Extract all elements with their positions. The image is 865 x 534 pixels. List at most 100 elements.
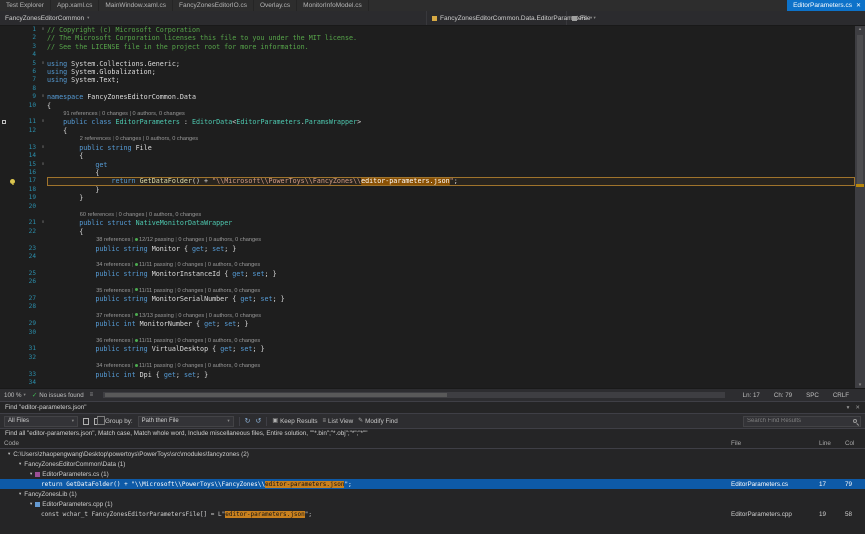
code-line[interactable]: 6using System.Globalization; [0,68,855,76]
code-line[interactable]: 7using System.Text; [0,76,855,84]
breakpoint-margin[interactable] [0,85,20,93]
document-tab-overlay-cs[interactable]: Overlay.cs [254,0,297,11]
fold-chevron[interactable]: ∨ [39,161,47,169]
breakpoint-margin[interactable] [0,43,20,51]
triangle-expanded-icon[interactable]: ▾ [30,501,32,507]
line-indicator[interactable]: Ln: 17 [743,392,760,399]
code-line[interactable]: 33 public int Dpi { get; set; } [0,371,855,379]
find-result-row[interactable]: const wchar_t FancyZonesEditorParameters… [0,509,865,519]
column-line[interactable]: Line [819,440,845,447]
breakpoint-margin[interactable] [0,219,20,227]
triangle-expanded-icon[interactable]: ▾ [19,461,21,467]
codelens-row[interactable]: 2 references | 0 changes | 0 authors, 0 … [0,135,855,143]
breakpoint-margin[interactable] [0,270,20,278]
breakpoint-margin[interactable] [0,345,20,353]
find-group-row[interactable]: ▾FancyZonesLib (1) [0,489,865,499]
code-line[interactable]: 10{ [0,102,855,110]
document-health-indicator[interactable]: ✓ No issues found [32,391,84,399]
margin-indicator-icon[interactable] [2,120,6,124]
outline-icon[interactable]: ≡ [90,392,94,398]
code-line[interactable]: 25 public string MonitorInstanceId { get… [0,270,855,278]
refresh-icon[interactable]: ↻ [245,418,251,425]
line-ending-indicator[interactable]: CRLF [833,392,849,399]
code-line[interactable]: 12 { [0,127,855,135]
breakpoint-margin[interactable] [0,329,20,337]
breakpoint-margin[interactable] [0,354,20,362]
codelens-row[interactable]: 34 references | 11/11 passing | 0 change… [0,362,855,370]
breakpoint-margin[interactable] [0,203,20,211]
breakpoint-margin[interactable] [0,118,20,126]
codelens-row[interactable]: 60 references | 0 changes | 0 authors, 0… [0,211,855,219]
breakpoint-margin[interactable] [0,152,20,160]
breakpoint-margin[interactable] [0,68,20,76]
find-panel-titlebar[interactable]: Find "editor-parameters.json" ▾ ✕ [0,402,865,413]
code-line[interactable]: 14 { [0,152,855,160]
fold-chevron[interactable]: ∨ [39,26,47,34]
codelens-row[interactable]: 38 references | 12/12 passing | 0 change… [0,236,855,244]
breakpoint-margin[interactable] [0,228,20,236]
code-line[interactable]: 26 [0,278,855,286]
breakpoint-margin[interactable] [0,177,20,185]
breakpoint-margin[interactable] [0,127,20,135]
codelens-row[interactable]: 35 references | 11/11 passing | 0 change… [0,287,855,295]
breakpoint-margin[interactable] [0,144,20,152]
fold-chevron[interactable]: ∨ [39,219,47,227]
copy-results-icon[interactable] [94,418,100,425]
breakpoint-margin[interactable] [0,161,20,169]
code-line[interactable]: 30 [0,329,855,337]
breakpoint-margin[interactable] [0,169,20,177]
codelens-row[interactable]: 36 references | 11/11 passing | 0 change… [0,337,855,345]
breakpoint-margin[interactable] [0,245,20,253]
scroll-up-icon[interactable]: ▴ [855,26,865,32]
spaces-indicator[interactable]: SPC [806,392,819,399]
code-line[interactable]: 4 [0,51,855,59]
lightbulb-icon[interactable] [10,179,15,184]
code-line[interactable]: 3// See the LICENSE file in the project … [0,43,855,51]
code-line[interactable]: 19 } [0,194,855,202]
breakpoint-margin[interactable] [0,60,20,68]
close-icon[interactable]: ✕ [856,2,861,9]
breakpoint-margin[interactable] [0,194,20,202]
document-tab-monitorinfomodel-cs[interactable]: MonitorInfoModel.cs [297,0,369,11]
code-line[interactable]: 34 [0,379,855,387]
find-group-row[interactable]: ▾EditorParameters.cs (1) [0,469,865,479]
fold-chevron[interactable]: ∨ [39,60,47,68]
find-result-row[interactable]: return GetDataFolder() + "\\Microsoft\\P… [0,479,865,489]
code-line[interactable]: 23 public string Monitor { get; set; } [0,245,855,253]
code-line[interactable]: 1∨// Copyright (c) Microsoft Corporation [0,26,855,34]
codelens-row[interactable]: 37 references | 13/13 passing | 0 change… [0,312,855,320]
document-tab-fancyzoneseditorio-cs[interactable]: FancyZonesEditorIO.cs [173,0,254,11]
find-group-row[interactable]: ▾EditorParameters.cpp (1) [0,499,865,509]
code-line[interactable]: 24 [0,253,855,261]
document-tab-mainwindow-xaml-cs[interactable]: MainWindow.xaml.cs [99,0,173,11]
breakpoint-margin[interactable] [0,371,20,379]
breakpoint-margin[interactable] [0,51,20,59]
breakpoint-margin[interactable] [0,320,20,328]
code-line[interactable]: 17 return GetDataFolder() + "\\Microsoft… [0,177,855,185]
code-line[interactable]: 15∨ get [0,161,855,169]
keep-results-toggle[interactable]: ▣ Keep Results [272,418,317,425]
breakpoint-margin[interactable] [0,253,20,261]
breakpoint-margin[interactable] [0,26,20,34]
open-file-icon[interactable] [83,418,89,425]
column-code[interactable]: Code [0,440,731,447]
code-line[interactable]: 22 { [0,228,855,236]
code-line[interactable]: 28 [0,303,855,311]
code-line[interactable]: 8 [0,85,855,93]
list-view-button[interactable]: ≡ List View [323,418,354,425]
editor-vertical-scrollbar[interactable]: ▴ ▾ [855,26,865,388]
codelens-row[interactable]: 91 references | 0 changes | 0 authors, 0… [0,110,855,118]
code-line[interactable]: 27 public string MonitorSerialNumber { g… [0,295,855,303]
code-editor[interactable]: 1∨// Copyright (c) Microsoft Corporation… [0,26,865,388]
triangle-expanded-icon[interactable]: ▾ [19,491,21,497]
group-by-dropdown[interactable]: Path then File ▾ [138,416,234,427]
repeat-find-icon[interactable]: ↺ [256,418,262,425]
active-document-tab[interactable]: EditorParameters.cs ✕ [787,0,865,11]
code-line[interactable]: 9∨namespace FancyZonesEditorCommon.Data [0,93,855,101]
find-group-row[interactable]: ▾C:\Users\zhaopengwang\Desktop\powertoys… [0,449,865,459]
fold-chevron[interactable]: ∨ [39,93,47,101]
codelens-row[interactable]: 34 references | 11/11 passing | 0 change… [0,261,855,269]
breakpoint-margin[interactable] [0,295,20,303]
project-dropdown[interactable]: FancyZonesEditorCommon ▾ [0,11,427,25]
scope-dropdown[interactable]: All Files ▾ [4,416,78,427]
